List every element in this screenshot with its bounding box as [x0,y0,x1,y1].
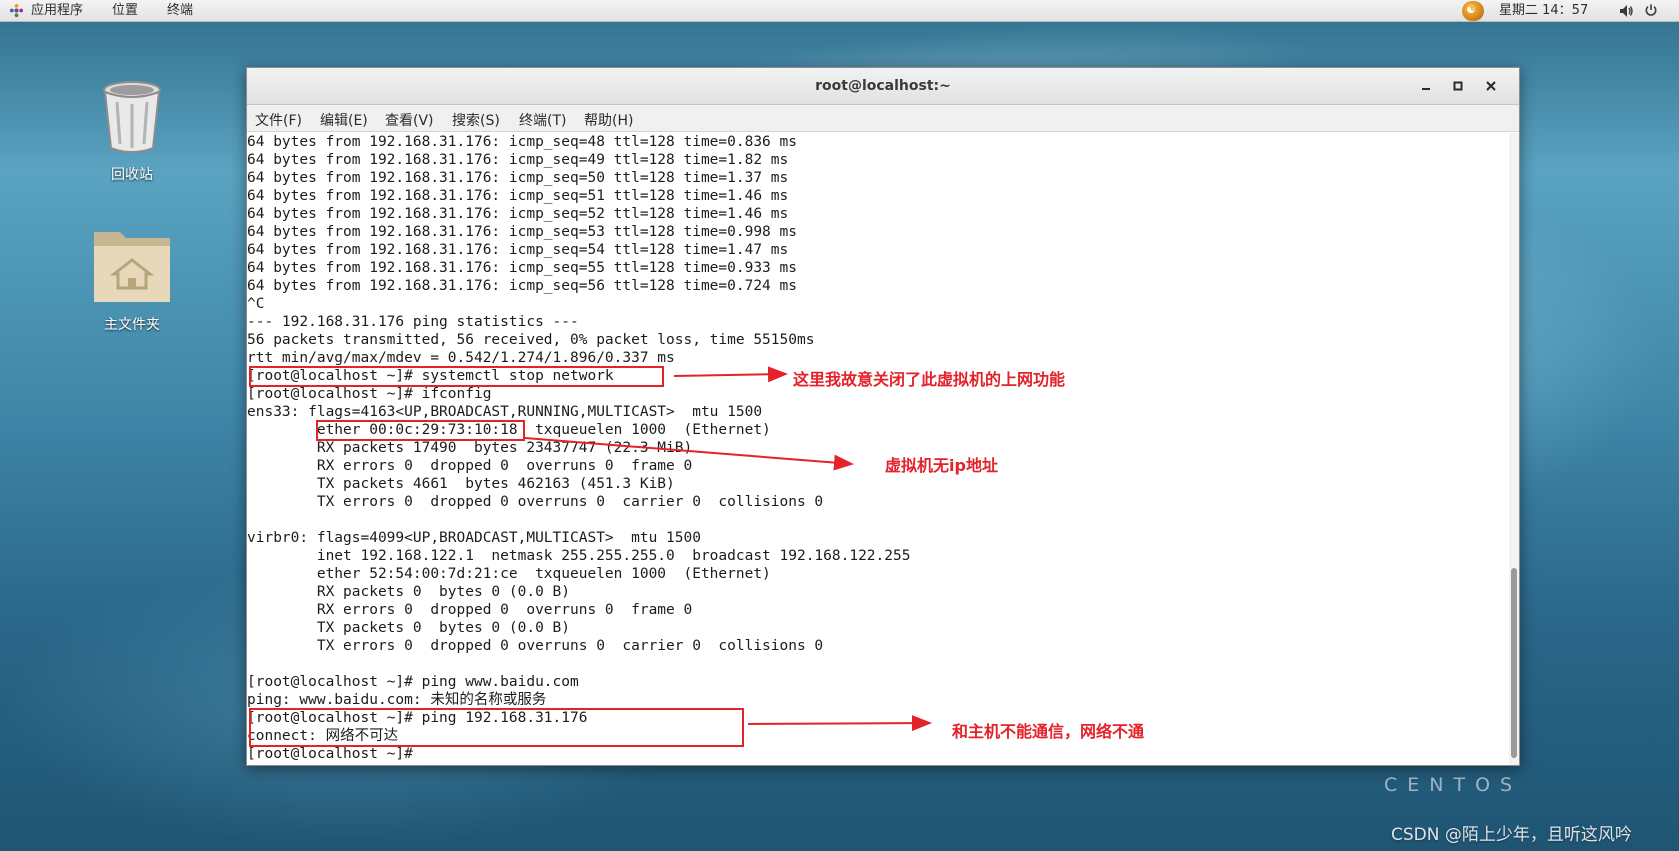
volume-icon[interactable] [1618,3,1634,19]
terminal-line: ether 52:54:00:7d:21:ce txqueuelen 1000 … [247,566,771,582]
terminal-scrollbar[interactable] [1509,133,1519,765]
terminal-line: TX packets 4661 bytes 462163 (451.3 KiB) [247,476,675,492]
terminal-line: 56 packets transmitted, 56 received, 0% … [247,332,815,348]
terminal-line: --- 192.168.31.176 ping statistics --- [247,314,579,330]
highlight-box [316,420,525,441]
desktop-home-folder[interactable]: 主文件夹 [77,222,187,334]
clock[interactable]: 星期二 14：57 [1499,2,1588,19]
terminal-line: ^C [247,296,265,312]
menu-search[interactable]: 搜索(S) [452,110,500,130]
terminal-line: 64 bytes from 192.168.31.176: icmp_seq=4… [247,134,797,150]
close-icon[interactable] [1482,77,1500,95]
terminal-line: [root@localhost ~]# ifconfig [247,386,492,402]
terminal-line: 64 bytes from 192.168.31.176: icmp_seq=5… [247,278,797,294]
terminal-line: virbr0: flags=4099<UP,BROADCAST,MULTICAS… [247,530,701,546]
terminal-output[interactable]: 64 bytes from 192.168.31.176: icmp_seq=4… [247,133,1509,765]
centos-logo-text: CENTOS [1384,774,1523,796]
terminal-line: ping: www.baidu.com: 未知的名称或服务 [247,692,547,708]
terminal-line: TX errors 0 dropped 0 overruns 0 carrier… [247,638,824,654]
terminal-line: RX errors 0 dropped 0 overruns 0 frame 0 [247,458,693,474]
annotation-network-off: 这里我故意关闭了此虚拟机的上网功能 [793,370,1066,389]
home-folder-icon [94,232,170,302]
menu-file[interactable]: 文件(F) [255,110,302,130]
minimize-icon[interactable] [1417,77,1435,95]
maximize-icon[interactable] [1449,77,1467,95]
highlight-box [249,708,744,747]
top-panel: 应用程序 位置 终端 ☯ 星期二 14：57 [0,0,1679,22]
trash-icon [103,81,161,153]
menu-applications[interactable]: 应用程序 [31,2,83,19]
window-titlebar[interactable]: root@localhost:~ [247,68,1519,105]
csdn-watermark: CSDN @陌上少年，且听这风吟 [1391,825,1632,845]
terminal-window: root@localhost:~ 文件(F) 编辑(E) 查看(V) 搜索(S)… [246,67,1520,766]
terminal-line: RX packets 17490 bytes 23437747 (22.3 Mi… [247,440,693,456]
terminal-line: 64 bytes from 192.168.31.176: icmp_seq=5… [247,242,789,258]
menu-terminal[interactable]: 终端(T) [519,110,566,130]
notification-tray-icon[interactable]: ☯ [1462,1,1484,21]
terminal-line: 64 bytes from 192.168.31.176: icmp_seq=4… [247,152,789,168]
highlight-box [249,366,664,387]
terminal-line: inet 192.168.122.1 netmask 255.255.255.0… [247,548,911,564]
terminal-line: 64 bytes from 192.168.31.176: icmp_seq=5… [247,224,797,240]
menu-places[interactable]: 位置 [112,2,138,19]
terminal-line: 64 bytes from 192.168.31.176: icmp_seq=5… [247,260,797,276]
power-icon[interactable] [1644,3,1658,17]
menu-view[interactable]: 查看(V) [385,110,434,130]
annotation-no-host: 和主机不能通信，网络不通 [952,722,1145,741]
menu-help[interactable]: 帮助(H) [584,110,633,130]
menu-edit[interactable]: 编辑(E) [320,110,368,130]
terminal-line: rtt min/avg/max/mdev = 0.542/1.274/1.896… [247,350,675,366]
desktop-trash[interactable]: 回收站 [77,78,187,184]
applications-icon[interactable] [9,3,24,18]
terminal-line: TX errors 0 dropped 0 overruns 0 carrier… [247,494,824,510]
terminal-line: [root@localhost ~]# [247,746,413,762]
menu-terminal[interactable]: 终端 [167,2,193,19]
terminal-line: [root@localhost ~]# ping www.baidu.com [247,674,579,690]
scrollbar-thumb[interactable] [1511,568,1517,758]
terminal-line: RX errors 0 dropped 0 overruns 0 frame 0 [247,602,693,618]
trash-label: 回收站 [111,167,153,183]
terminal-line: 64 bytes from 192.168.31.176: icmp_seq=5… [247,206,789,222]
terminal-line: 64 bytes from 192.168.31.176: icmp_seq=5… [247,188,789,204]
terminal-line: 64 bytes from 192.168.31.176: icmp_seq=5… [247,170,789,186]
terminal-line: TX packets 0 bytes 0 (0.0 B) [247,620,571,636]
window-title: root@localhost:~ [815,78,951,94]
home-folder-label: 主文件夹 [104,317,160,333]
terminal-line: RX packets 0 bytes 0 (0.0 B) [247,584,571,600]
terminal-line: ens33: flags=4163<UP,BROADCAST,RUNNING,M… [247,404,763,420]
window-menubar: 文件(F) 编辑(E) 查看(V) 搜索(S) 终端(T) 帮助(H) [247,105,1519,132]
annotation-no-ip: 虚拟机无ip地址 [885,456,998,475]
